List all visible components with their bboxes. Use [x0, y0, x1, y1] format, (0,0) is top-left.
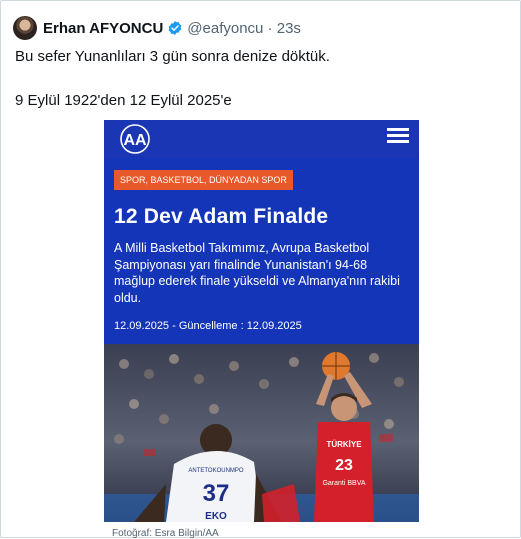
article-headline: 12 Dev Adam Finalde — [114, 205, 329, 228]
photo-caption: Fotoğraf: Esra Bilgin/AA — [112, 528, 219, 539]
menu-icon[interactable] — [387, 125, 409, 147]
basketball-photo: TÜRKİYE 23 Garanti BBVA ANTETOKOUNMPO 37… — [104, 344, 419, 522]
jersey-sponsor-left: EKO — [205, 511, 227, 522]
jersey-number-left: 37 — [203, 480, 230, 507]
avatar[interactable] — [13, 16, 37, 40]
tweet-text-line-1: Bu sefer Yunanlıları 3 gün sonra denize … — [15, 48, 330, 65]
jersey-name-left: ANTETOKOUNMPO — [188, 468, 244, 474]
category-badge[interactable]: SPOR, BASKETBOL, DÜNYADAN SPOR — [114, 170, 293, 190]
jersey-country: TÜRKİYE — [326, 440, 362, 449]
jersey-number-right: 23 — [335, 457, 353, 474]
tweet-media-image[interactable]: AA SPOR, BASKETBOL, DÜNYADAN SPOR 12 Dev… — [104, 120, 419, 522]
verified-badge-icon — [168, 21, 182, 35]
author-name[interactable]: Erhan AFYONCU — [43, 20, 163, 37]
article-summary: A Milli Basketbol Takımımız, Avrupa Bask… — [114, 241, 400, 305]
tweet-text-line-2: 9 Eylül 1922'den 12 Eylül 2025'e — [15, 92, 232, 109]
handle-and-time[interactable]: @eafyoncu · 23s — [187, 20, 301, 37]
tweet-card[interactable]: Erhan AFYONCU @eafyoncu · 23s Bu sefer Y… — [0, 0, 521, 539]
aa-logo-text: AA — [123, 132, 147, 149]
tweet-header: Erhan AFYONCU @eafyoncu · 23s — [13, 13, 301, 43]
jersey-sponsor-right: Garanti BBVA — [322, 480, 365, 487]
article-dateline: 12.09.2025 - Güncelleme : 12.09.2025 — [114, 320, 302, 332]
aa-logo: AA — [120, 124, 150, 154]
